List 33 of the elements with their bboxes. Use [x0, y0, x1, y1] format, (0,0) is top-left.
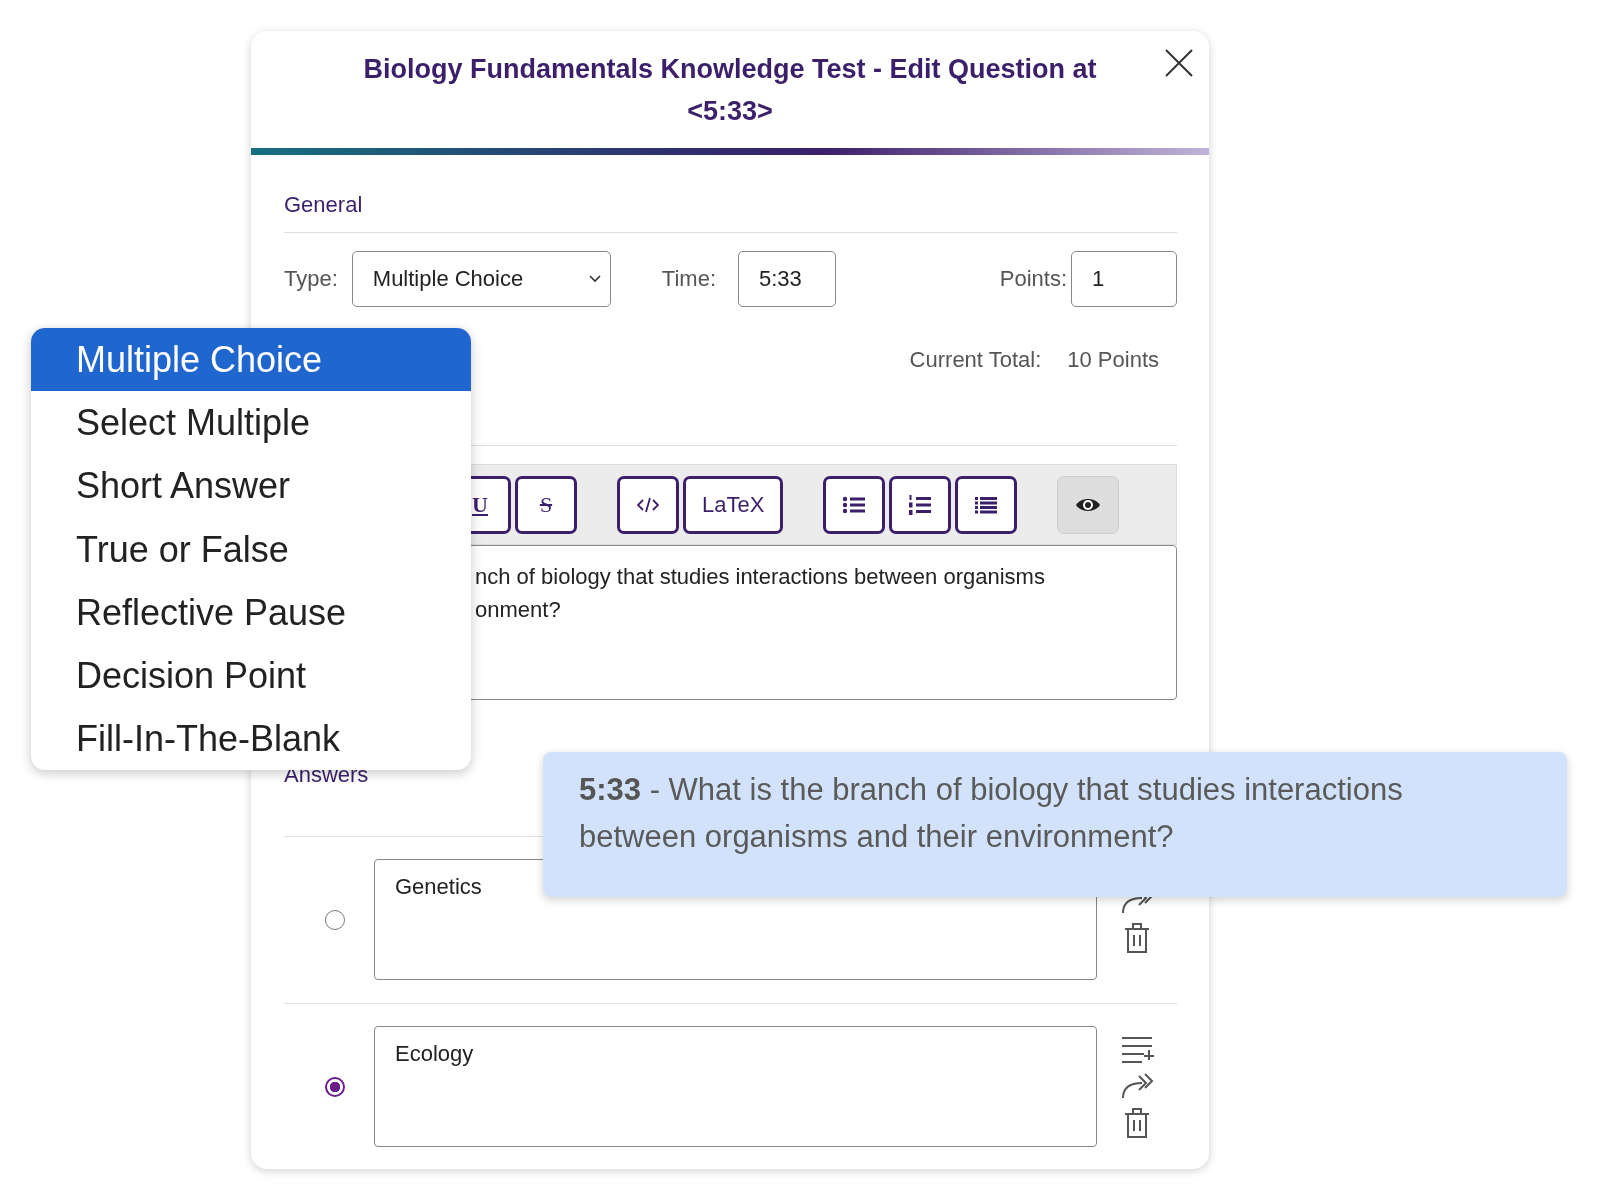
close-icon[interactable] — [1163, 47, 1195, 79]
menu-option[interactable]: Multiple Choice — [31, 328, 471, 392]
radio-button[interactable] — [325, 1076, 345, 1097]
total-label: Current Total: — [909, 346, 1042, 374]
trash-icon[interactable] — [1123, 1106, 1151, 1139]
type-select[interactable]: Multiple Choice — [351, 251, 611, 307]
list-icon — [974, 494, 999, 515]
radio-button[interactable] — [325, 909, 345, 930]
trash-icon[interactable] — [1123, 921, 1151, 954]
points-label: Points: — [999, 266, 1067, 292]
answer-field[interactable]: Ecology — [374, 1026, 1097, 1147]
code-icon — [636, 495, 660, 514]
points-field[interactable]: 1 — [1071, 251, 1177, 307]
add-line-icon[interactable] — [1120, 1034, 1154, 1063]
dialog-title: Biology Fundamentals Knowledge Test - Edit Question at <5:33> — [362, 52, 1098, 128]
numbered-list-icon — [908, 493, 933, 516]
strikethrough-button[interactable]: S — [515, 475, 577, 534]
list-button[interactable] — [955, 475, 1018, 534]
question-tooltip: 5:33 - What is the branch of biology that studies interactions between organisms and their environment? — [543, 752, 1567, 897]
latex-button[interactable]: LaTeX — [683, 475, 784, 534]
numbered-list-button[interactable] — [889, 475, 952, 534]
chevron-down-icon — [587, 274, 602, 284]
preview-button[interactable] — [1057, 475, 1120, 534]
time-label: Time: — [661, 266, 716, 292]
type-label: Type: — [284, 266, 338, 292]
bulleted-list-icon — [842, 494, 867, 515]
code-button[interactable] — [617, 475, 679, 534]
bulleted-list-button[interactable] — [823, 475, 886, 534]
section-heading: General — [284, 191, 363, 219]
forward-arrow-icon[interactable] — [1120, 1070, 1154, 1099]
menu-option[interactable]: Select Multiple — [31, 391, 471, 455]
total-value: 10 Points — [1067, 346, 1159, 374]
time-field[interactable]: 5:33 — [738, 251, 836, 307]
